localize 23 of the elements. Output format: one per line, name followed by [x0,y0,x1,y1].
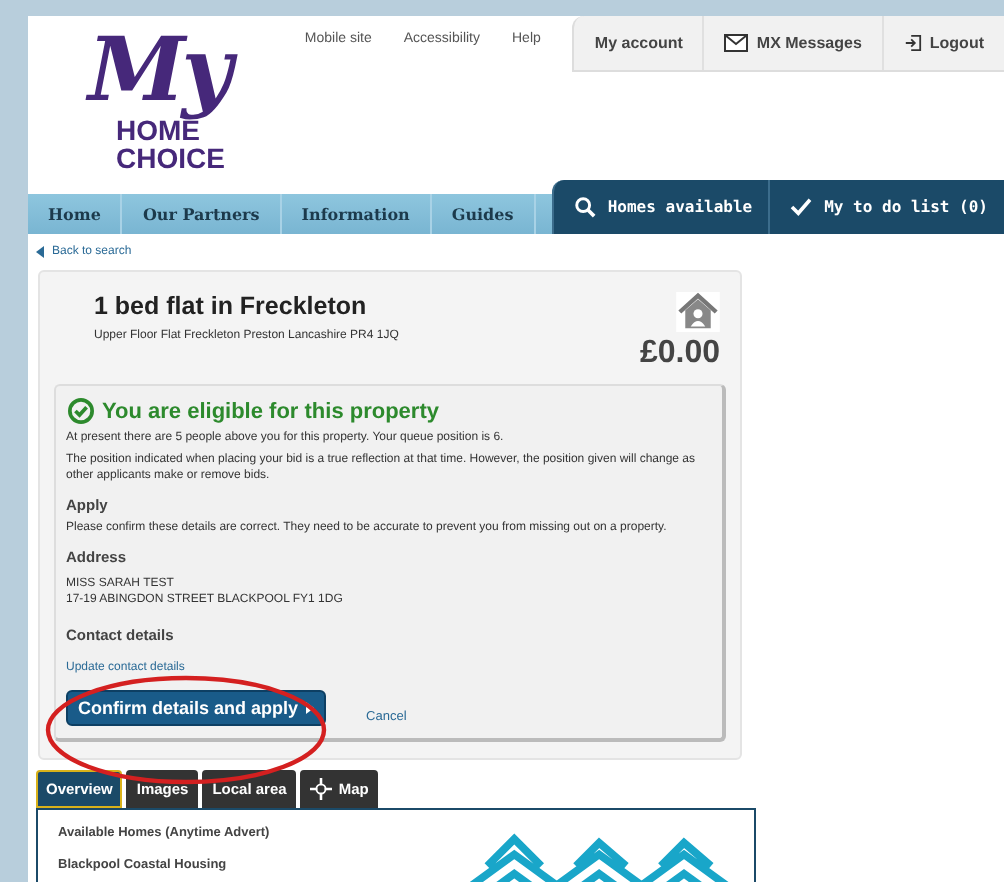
account-tab[interactable]: MX Messages [702,16,882,70]
house-icon [676,292,720,332]
nav-button[interactable]: My to do list (0) [768,180,1004,234]
logout-icon [903,34,922,52]
play-arrow-icon [306,702,315,714]
check-circle-icon [68,398,94,424]
nav-item[interactable]: Home [28,194,123,234]
envelope-icon [724,34,749,52]
account-tab[interactable]: My account [574,16,703,70]
price: £0.00 [639,336,720,372]
property-title: 1 bed flat in Freckleton [94,292,369,320]
nav-item[interactable]: Information [281,194,432,234]
nav-item[interactable]: Guides [431,194,536,234]
nav-item[interactable]: Our Partners [122,194,282,234]
nav-button[interactable]: Homes available [551,180,769,234]
crosshair-icon [310,778,333,800]
logo-text: CHOICE [116,144,227,172]
search-icon [573,196,596,218]
checkmark-icon [790,198,813,216]
eligibility-heading: You are eligible for this property [102,399,439,423]
back-arrow-icon [36,246,44,258]
confirm-button[interactable]: Confirm details and apply [66,690,327,726]
account-tab[interactable]: Logout [881,16,1004,70]
